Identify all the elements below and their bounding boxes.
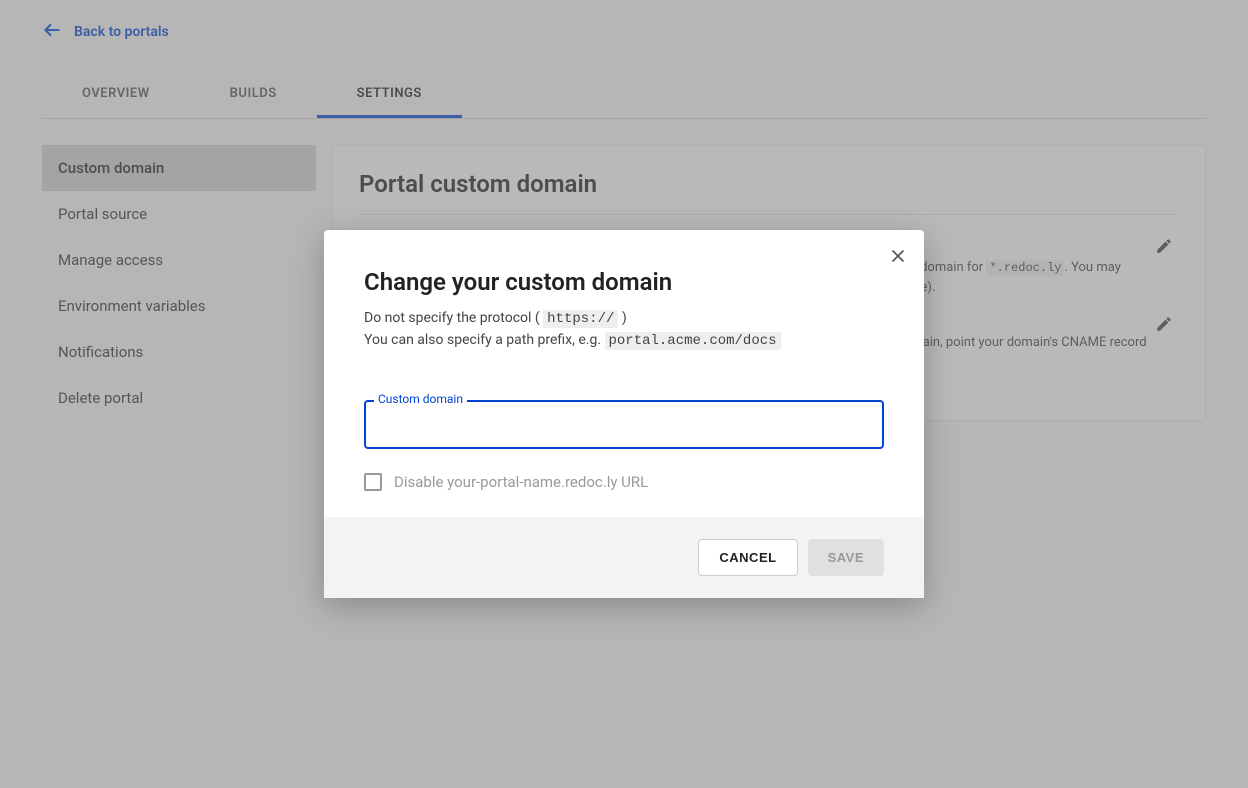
change-custom-domain-modal: Change your custom domain Do not specify… — [324, 230, 924, 598]
modal-description: Do not specify the protocol ( https:// )… — [364, 308, 884, 352]
modal-footer: CANCEL SAVE — [324, 517, 924, 598]
disable-url-checkbox[interactable] — [364, 473, 382, 491]
custom-domain-input-label: Custom domain — [374, 392, 467, 406]
custom-domain-input-wrap: Custom domain — [364, 400, 884, 449]
save-button[interactable]: SAVE — [808, 539, 884, 576]
close-icon[interactable] — [888, 246, 908, 270]
custom-domain-input[interactable] — [364, 400, 884, 449]
modal-overlay[interactable]: Change your custom domain Do not specify… — [0, 0, 1248, 788]
cancel-button[interactable]: CANCEL — [698, 539, 797, 576]
modal-title: Change your custom domain — [364, 268, 884, 296]
disable-url-row: Disable your-portal-name.redoc.ly URL — [364, 473, 884, 491]
disable-url-label: Disable your-portal-name.redoc.ly URL — [394, 473, 648, 491]
